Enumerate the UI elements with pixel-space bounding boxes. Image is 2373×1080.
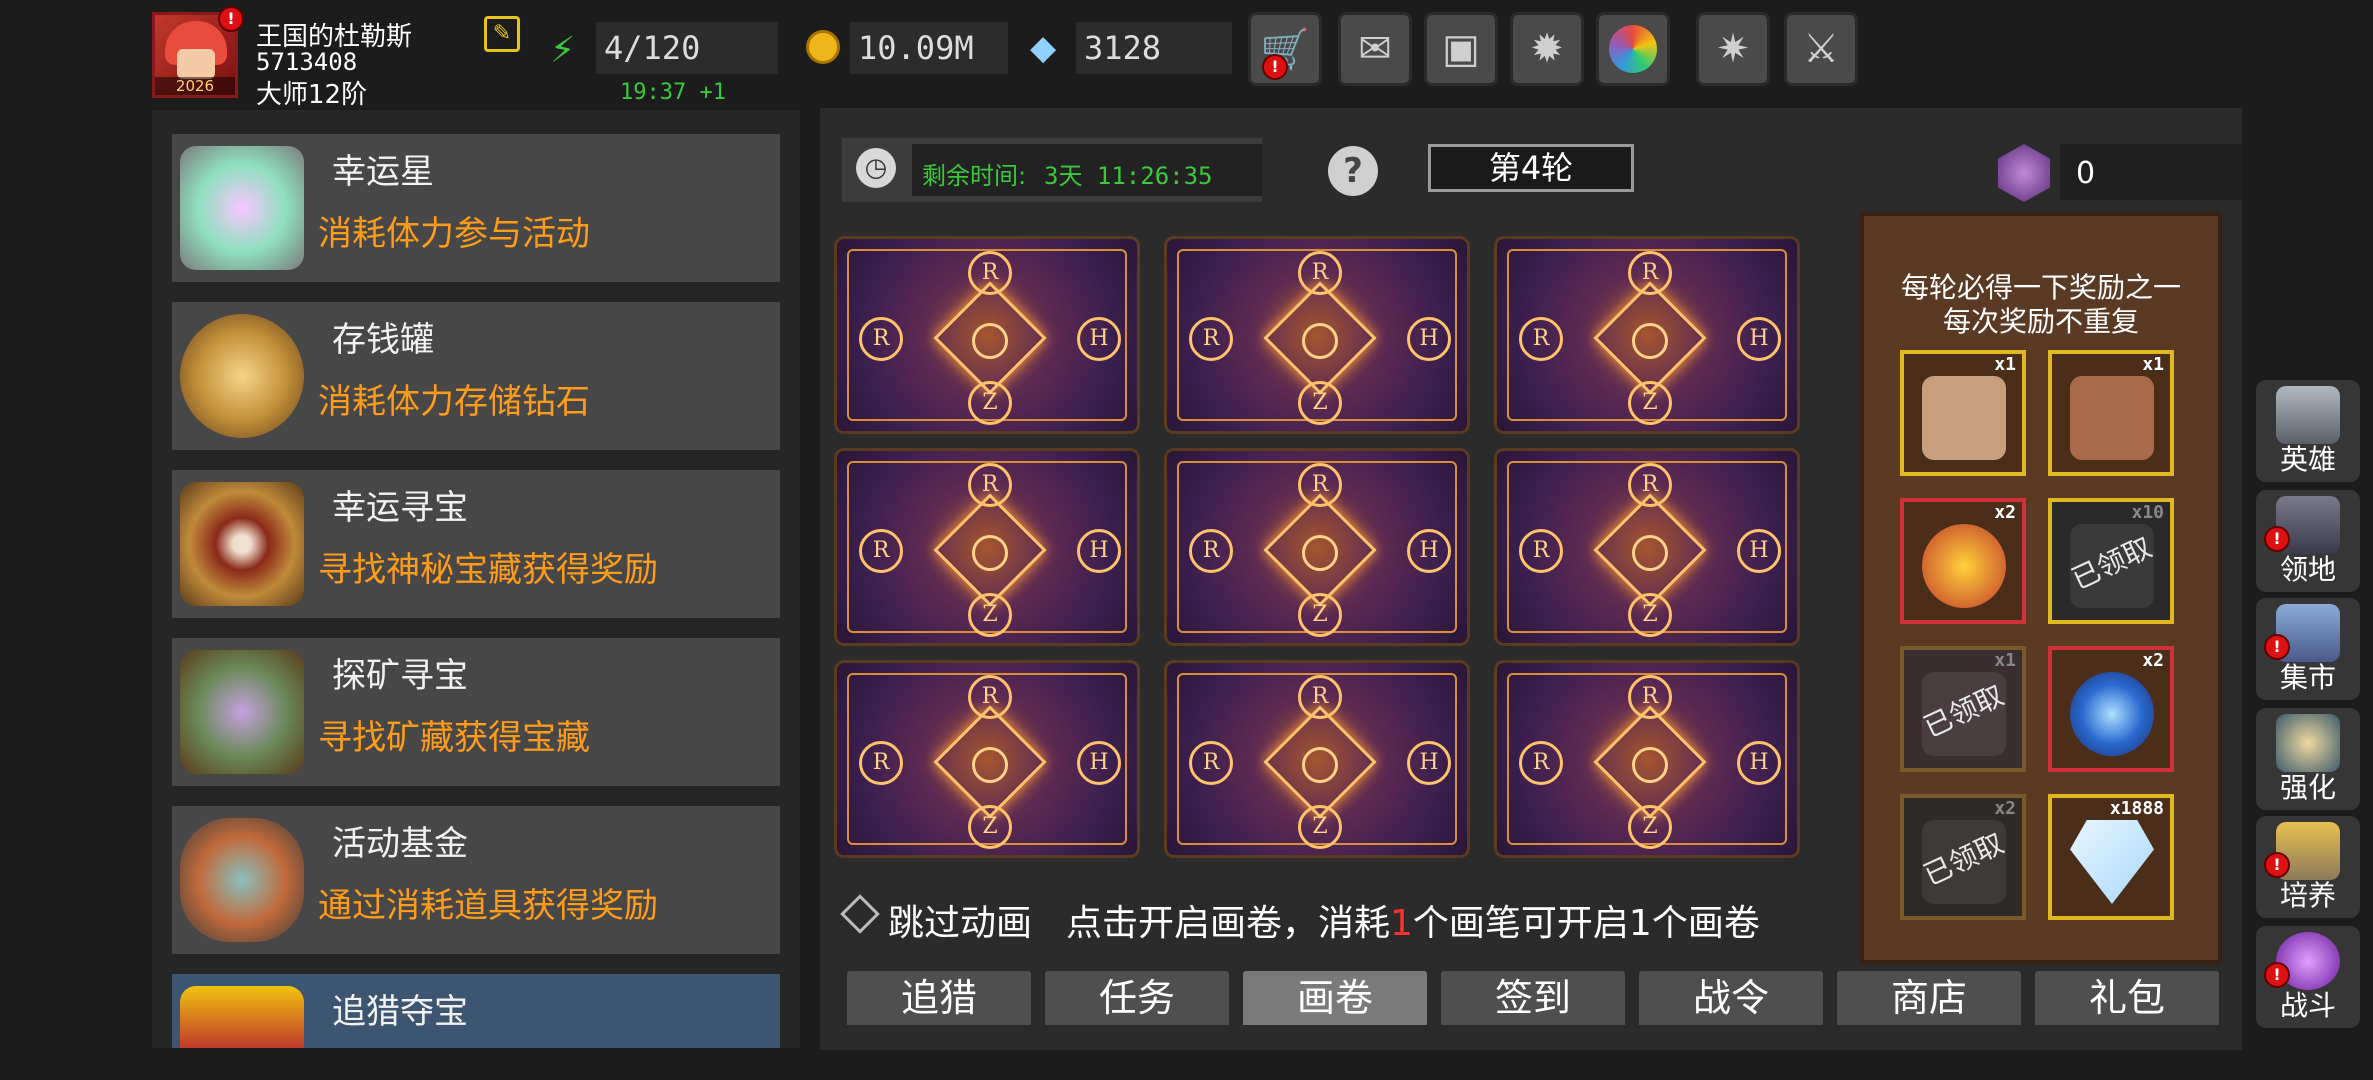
scroll-card[interactable]: RRHZ — [1494, 660, 1800, 858]
scroll-card[interactable]: RRHZ — [1494, 236, 1800, 434]
instruction-text: 点击开启画卷，消耗1个画笔可开启1个画卷 — [1066, 903, 1760, 944]
diamond-icon: ◆ — [1030, 28, 1057, 68]
fire-orb-icon — [1922, 524, 2006, 608]
edit-name-icon[interactable]: ✎ — [484, 16, 520, 52]
event-item-activity-fund[interactable]: 活动基金 通过消耗道具获得奖励 — [172, 806, 780, 954]
timer-value: 3天 11:26:35 — [1044, 162, 1213, 190]
event-desc: 寻找矿藏获得宝藏 — [318, 718, 590, 758]
mail-icon[interactable]: ✉ — [1338, 12, 1412, 86]
crossed-swords-icon[interactable]: ⚔ — [1784, 12, 1858, 86]
reward-slot[interactable]: x2 — [2048, 646, 2174, 772]
ore-chest-icon — [180, 650, 304, 774]
mystery-scroll-icon — [1922, 376, 2006, 460]
event-desc: 消耗体力存储钻石 — [318, 382, 590, 422]
event-desc: 通过消耗道具获得奖励 — [318, 886, 658, 926]
scroll-card[interactable]: RRHZ — [1164, 236, 1470, 434]
reward-slot-claimed: x1 已领取 — [1900, 646, 2026, 772]
clock-icon: ◷ — [856, 148, 896, 188]
event-title: 幸运星 — [332, 152, 434, 192]
reward-slot[interactable]: x1888 — [2048, 794, 2174, 920]
avatar-face — [177, 49, 215, 79]
crystal-count: 0 — [2076, 156, 2096, 191]
map-fragment-icon — [2070, 376, 2154, 460]
tab-shop[interactable]: 商店 — [1834, 968, 2024, 1028]
reward-slot-claimed: x10 已领取 — [2048, 498, 2174, 624]
event-title: 存钱罐 — [332, 320, 434, 360]
event-item-hunt-treasure[interactable]: 追猎夺宝 — [172, 974, 780, 1048]
scroll-card-grid: RRHZ RRHZ RRHZ RRHZ RRHZ RRHZ RRHZ RRHZ … — [834, 236, 1800, 862]
tab-battle-pass[interactable]: 战令 — [1636, 968, 1826, 1028]
scroll-card[interactable]: RRHZ — [1164, 660, 1470, 858]
scroll-card[interactable]: RRHZ — [834, 448, 1140, 646]
diamond-value: 3128 — [1076, 22, 1232, 74]
scroll-card[interactable]: RRHZ — [1494, 448, 1800, 646]
event-title: 活动基金 — [332, 824, 468, 864]
stamina-value: 4/120 — [596, 22, 778, 74]
crystal-counter: 0 — [2060, 144, 2242, 200]
cart-alert-badge: ! — [1262, 54, 1288, 80]
enhance-crystal-icon — [2276, 714, 2340, 772]
side-nav-cultivate[interactable]: 培养! — [2256, 816, 2360, 918]
reward-slot[interactable]: x2 — [1900, 498, 2026, 624]
side-nav-territory[interactable]: 领地! — [2256, 490, 2360, 592]
scroll-card[interactable]: RRHZ — [834, 236, 1140, 434]
timer-display: 剩余时间: 3天 11:26:35 — [912, 144, 1262, 196]
side-nav-hero[interactable]: 英雄 — [2256, 380, 2360, 482]
player-rank: 大师12阶 — [256, 80, 368, 110]
scroll-card[interactable]: RRHZ — [1164, 448, 1470, 646]
treasure-map-icon — [180, 482, 304, 606]
reward-slot[interactable]: x1 — [2048, 350, 2174, 476]
event-desc: 消耗体力参与活动 — [318, 214, 590, 254]
stamina-icon: ⚡ — [550, 30, 576, 71]
event-list[interactable]: 幸运星 消耗体力参与活动 存钱罐 消耗体力存储钻石 幸运寻宝 寻找神秘宝藏获得奖… — [152, 110, 800, 1048]
event-title: 追猎夺宝 — [332, 992, 468, 1032]
piggy-bank-icon — [180, 314, 304, 438]
round-label: 第4轮 — [1428, 144, 1634, 192]
gear-icon[interactable]: ✹ — [1510, 12, 1584, 86]
sparkle-icon[interactable]: ✷ — [1696, 12, 1770, 86]
portal-gem-icon — [2070, 672, 2154, 756]
timer-label: 剩余时间: — [922, 162, 1027, 190]
color-wheel-icon[interactable] — [1596, 12, 1670, 86]
money-bag-icon — [180, 818, 304, 942]
gold-value: 10.09M — [850, 22, 1008, 74]
event-item-lucky-treasure[interactable]: 幸运寻宝 寻找神秘宝藏获得奖励 — [172, 470, 780, 618]
color-wheel-graphic — [1609, 25, 1657, 73]
side-nav-battle[interactable]: 战斗! — [2256, 926, 2360, 1028]
gamepad-icon[interactable]: ▣ — [1424, 12, 1498, 86]
help-icon[interactable]: ? — [1328, 146, 1378, 196]
event-title: 幸运寻宝 — [332, 488, 468, 528]
reward-slot[interactable]: x1 — [1900, 350, 2026, 476]
event-item-lucky-star[interactable]: 幸运星 消耗体力参与活动 — [172, 134, 780, 282]
skip-animation-label[interactable]: 跳过动画 — [888, 894, 1032, 946]
event-item-mining-treasure[interactable]: 探矿寻宝 寻找矿藏获得宝藏 — [172, 638, 780, 786]
avatar-alert-badge: ! — [218, 6, 244, 32]
treasure-chest-icon — [180, 986, 304, 1048]
event-desc: 寻找神秘宝藏获得奖励 — [318, 550, 658, 590]
avatar-year: 2026 — [155, 77, 235, 95]
side-nav-enhance[interactable]: 强化 — [2256, 708, 2360, 810]
event-item-piggy-bank[interactable]: 存钱罐 消耗体力存储钻石 — [172, 302, 780, 450]
lucky-star-icon — [180, 146, 304, 270]
reward-panel: 每轮必得一下奖励之一 每次奖励不重复 x1 x1 x2 x10 已领取 x1 已领取… — [1860, 212, 2222, 964]
tab-scroll[interactable]: 画卷 — [1240, 968, 1430, 1028]
player-id: 5713408 — [256, 48, 358, 76]
helmet-icon — [2276, 386, 2340, 444]
tab-gift-pack[interactable]: 礼包 — [2032, 968, 2222, 1028]
tab-tasks[interactable]: 任务 — [1042, 968, 1232, 1028]
reward-slot-claimed: x2 已领取 — [1900, 794, 2026, 920]
side-nav-market[interactable]: 集市! — [2256, 598, 2360, 700]
tab-checkin[interactable]: 签到 — [1438, 968, 1628, 1028]
gold-coin-icon — [806, 30, 840, 64]
scroll-card[interactable]: RRHZ — [834, 660, 1140, 858]
reward-panel-line2: 每次奖励不重复 — [1942, 305, 2139, 338]
stamina-timer: 19:37 +1 — [620, 80, 726, 105]
tab-hunt[interactable]: 追猎 — [844, 968, 1034, 1028]
event-title: 探矿寻宝 — [332, 656, 468, 696]
diamond-icon — [2070, 820, 2154, 904]
